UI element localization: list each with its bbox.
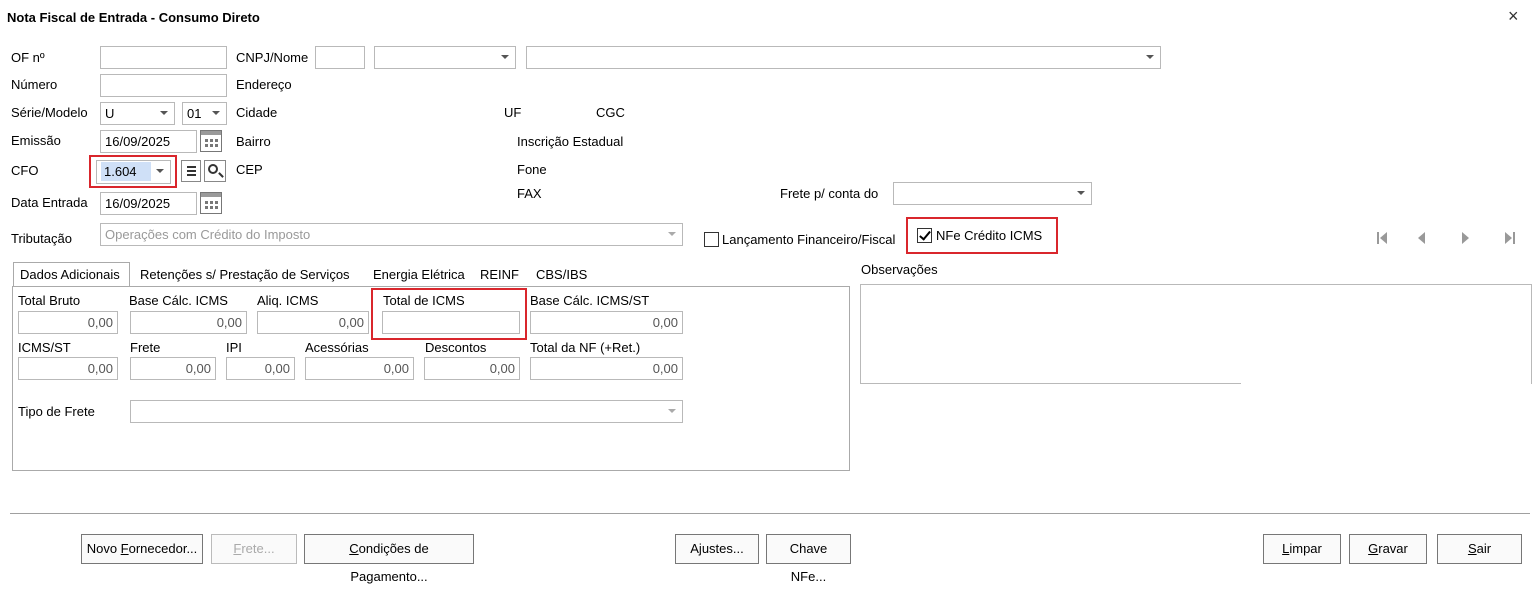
fornecedor-name-select[interactable]	[526, 46, 1161, 69]
fax-label: FAX	[517, 186, 542, 201]
serie-modelo-label: Série/Modelo	[11, 105, 88, 120]
cnpj-select[interactable]	[374, 46, 516, 69]
frete-label: Frete	[130, 340, 161, 355]
nfe-credito-label: NFe Crédito ICMS	[936, 228, 1043, 243]
chevron-down-icon	[668, 232, 676, 236]
aliq-icms-field[interactable]: 0,00	[257, 311, 369, 334]
chevron-down-icon	[212, 111, 220, 115]
close-icon[interactable]: ×	[1508, 6, 1519, 27]
chevron-down-icon	[160, 111, 168, 115]
tab-retencoes[interactable]: Retenções s/ Prestação de Serviços	[140, 264, 350, 286]
modelo-value: 01	[187, 106, 202, 121]
ipi-field[interactable]: 0,00	[226, 357, 295, 380]
sair-button[interactable]: Sair	[1437, 534, 1522, 564]
cgc-label: CGC	[596, 105, 625, 120]
calendar-icon[interactable]	[200, 130, 222, 152]
of-label: OF nº	[11, 50, 45, 65]
of-number-input[interactable]	[100, 46, 227, 69]
endereco-label: Endereço	[236, 77, 292, 92]
gravar-button[interactable]: Gravar	[1349, 534, 1427, 564]
novo-fornecedor-button[interactable]: Novo Fornecedor...	[81, 534, 203, 564]
numero-input[interactable]	[100, 74, 227, 97]
total-bruto-label: Total Bruto	[18, 293, 81, 308]
base-icms-label: Base Cálc. ICMS	[129, 293, 228, 308]
acessorias-field[interactable]: 0,00	[305, 357, 414, 380]
cfo-highlight-box	[89, 155, 177, 188]
acessorias-label: Acessórias	[305, 340, 369, 355]
ajustes-button[interactable]: Ajustes...	[675, 534, 759, 564]
chevron-down-icon	[501, 55, 509, 59]
numero-label: Número	[11, 77, 58, 92]
frete-conta-select[interactable]	[893, 182, 1092, 205]
first-record-icon[interactable]	[1377, 232, 1387, 244]
bairro-label: Bairro	[236, 134, 271, 149]
frete-field[interactable]: 0,00	[130, 357, 216, 380]
window-title: Nota Fiscal de Entrada - Consumo Direto	[7, 10, 260, 25]
aliq-icms-label: Aliq. ICMS	[257, 293, 319, 308]
total-nf-field[interactable]: 0,00	[530, 357, 683, 380]
base-icms-st-field[interactable]: 0,00	[530, 311, 683, 334]
cidade-label: Cidade	[236, 105, 278, 120]
emissao-date-input[interactable]: 16/09/2025	[100, 130, 197, 153]
uf-label: UF	[504, 105, 522, 120]
observacoes-label: Observações	[861, 262, 938, 277]
limpar-button[interactable]: Limpar	[1263, 534, 1341, 564]
inscricao-estadual-label: Inscrição Estadual	[517, 134, 624, 149]
base-icms-st-label: Base Cálc. ICMS/ST	[530, 293, 650, 308]
descontos-label: Descontos	[425, 340, 487, 355]
tributacao-select[interactable]: Operações com Crédito do Imposto	[100, 223, 683, 246]
nfe-credito-checkbox[interactable]	[917, 228, 932, 243]
ipi-label: IPI	[226, 340, 242, 355]
icms-st-label: ICMS/ST	[18, 340, 71, 355]
calendar-icon[interactable]	[200, 192, 222, 214]
list-icon[interactable]	[181, 160, 201, 182]
tab-cbs-ibs[interactable]: CBS/IBS	[536, 264, 587, 286]
serie-value: U	[105, 106, 115, 121]
frete-conta-label: Frete p/ conta do	[780, 186, 879, 201]
chevron-down-icon	[1146, 55, 1154, 59]
data-entrada-label: Data Entrada	[11, 195, 88, 210]
emissao-label: Emissão	[11, 133, 61, 148]
condicoes-pagamento-button[interactable]: Condições de Pagamento...	[304, 534, 474, 584]
last-record-icon[interactable]	[1505, 232, 1515, 244]
observacoes-bottom-border	[860, 383, 1241, 384]
tipo-frete-label: Tipo de Frete	[18, 404, 95, 419]
tributacao-label: Tributação	[11, 231, 72, 246]
modelo-select[interactable]: 01	[182, 102, 227, 125]
tipo-frete-select[interactable]	[130, 400, 683, 423]
tab-energia-eletrica[interactable]: Energia Elétrica	[373, 264, 465, 286]
frete-button[interactable]: Frete...	[211, 534, 297, 564]
cep-label: CEP	[236, 162, 263, 177]
base-icms-field[interactable]: 0,00	[130, 311, 247, 334]
cfo-label: CFO	[11, 163, 39, 178]
chevron-down-icon	[1077, 191, 1085, 195]
total-icms-highlight-box	[371, 288, 527, 340]
total-nf-label: Total da NF (+Ret.)	[530, 340, 641, 355]
serie-select[interactable]: U	[100, 102, 175, 125]
magnifier-icon[interactable]	[204, 160, 226, 182]
tributacao-value: Operações com Crédito do Imposto	[105, 227, 311, 242]
icms-st-field[interactable]: 0,00	[18, 357, 118, 380]
previous-record-icon[interactable]	[1418, 232, 1425, 244]
descontos-field[interactable]: 0,00	[424, 357, 520, 380]
lancamento-label: Lançamento Financeiro/Fiscal	[722, 232, 896, 247]
data-entrada-input[interactable]: 16/09/2025	[100, 192, 197, 215]
footer-divider	[10, 513, 1530, 517]
fone-label: Fone	[517, 162, 547, 177]
chave-nfe-button[interactable]: Chave NFe...	[766, 534, 851, 584]
tab-reinf[interactable]: REINF	[480, 264, 519, 286]
observacoes-textarea[interactable]	[860, 284, 1532, 384]
lancamento-checkbox[interactable]	[704, 232, 719, 247]
chevron-down-icon	[668, 409, 676, 413]
cnpj-code-input[interactable]	[315, 46, 365, 69]
total-bruto-field[interactable]: 0,00	[18, 311, 118, 334]
cnpj-nome-label: CNPJ/Nome	[236, 50, 309, 65]
tab-dados-adicionais-label: Dados Adicionais	[20, 267, 120, 282]
next-record-icon[interactable]	[1462, 232, 1469, 244]
